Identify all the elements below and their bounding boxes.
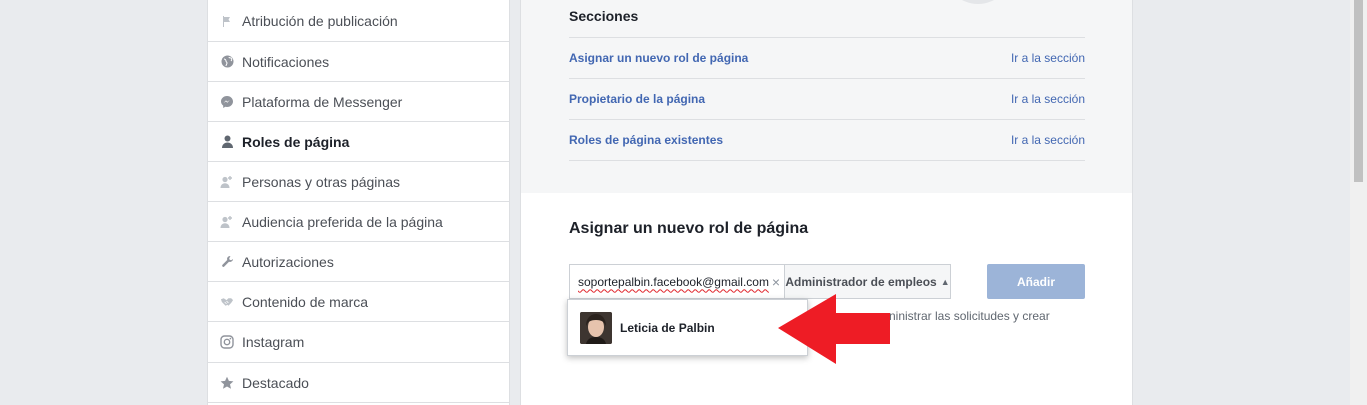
- sections-box: Secciones Asignar un nuevo rol de página…: [521, 0, 1132, 193]
- person-icon: [220, 135, 234, 149]
- input-value: soportepalbin.facebook@gmail.com: [578, 274, 769, 289]
- star-icon: [220, 376, 234, 390]
- typeahead-suggestion[interactable]: Leticia de Palbin: [567, 299, 808, 356]
- settings-sidebar: Atribución de publicación Notificaciones…: [207, 0, 510, 405]
- globe-icon: [220, 55, 234, 69]
- sidebar-item-page-roles[interactable]: Roles de página: [208, 122, 509, 162]
- decorative-circle: [944, 0, 1012, 4]
- sidebar-item-authorizations[interactable]: Autorizaciones: [208, 242, 509, 282]
- handshake-icon: [220, 295, 234, 309]
- assign-role-heading: Asignar un nuevo rol de página: [569, 220, 809, 237]
- person-add-icon: [220, 215, 234, 229]
- section-link-assign[interactable]: Asignar un nuevo rol de página: [569, 51, 748, 65]
- sidebar-item-label: Contenido de marca: [242, 293, 369, 310]
- wrench-icon: [220, 255, 234, 269]
- sections-title: Secciones: [569, 8, 639, 24]
- section-row-assign: Asignar un nuevo rol de página Ir a la s…: [569, 37, 1085, 78]
- sidebar-item-label: Notificaciones: [242, 53, 330, 70]
- section-link-owner[interactable]: Propietario de la página: [569, 92, 705, 106]
- sidebar-item-label: Destacado: [242, 374, 309, 391]
- go-to-section-link[interactable]: Ir a la sección: [1011, 51, 1085, 65]
- sort-arrows-icon: ▲︎: [940, 276, 950, 287]
- sidebar-item-post-attribution[interactable]: Atribución de publicación: [208, 0, 509, 42]
- sidebar-item-instagram[interactable]: Instagram: [208, 322, 509, 363]
- sidebar-item-label: Autorizaciones: [242, 253, 334, 270]
- sidebar-item-featured[interactable]: Destacado: [208, 363, 509, 403]
- suggestion-name: Leticia de Palbin: [620, 320, 715, 335]
- sidebar-item-label: Atribución de publicación: [242, 12, 398, 29]
- sidebar-item-messenger-platform[interactable]: Plataforma de Messenger: [208, 82, 509, 122]
- person-add-icon: [220, 175, 234, 189]
- section-row-existing-roles: Roles de página existentes Ir a la secci…: [569, 119, 1085, 160]
- red-arrow-annotation: [778, 294, 890, 364]
- role-description: ninistrar las solicitudes y crear: [889, 309, 1050, 323]
- sidebar-item-notifications[interactable]: Notificaciones: [208, 42, 509, 82]
- sidebar-item-label: Audiencia preferida de la página: [242, 213, 443, 230]
- email-or-name-input[interactable]: soportepalbin.facebook@gmail.com ×: [569, 264, 785, 299]
- sidebar-item-preferred-audience[interactable]: Audiencia preferida de la página: [208, 202, 509, 242]
- messenger-icon: [220, 95, 234, 109]
- go-to-section-link[interactable]: Ir a la sección: [1011, 133, 1085, 147]
- section-link-existing-roles[interactable]: Roles de página existentes: [569, 133, 723, 147]
- instagram-icon: [220, 335, 234, 349]
- role-select-value: Administrador de empleos: [785, 274, 937, 289]
- sidebar-item-label: Instagram: [242, 334, 305, 350]
- clear-icon[interactable]: ×: [772, 274, 780, 290]
- add-button[interactable]: Añadir: [987, 264, 1085, 299]
- avatar: [580, 311, 612, 344]
- sidebar-item-branded-content[interactable]: Contenido de marca: [208, 282, 509, 322]
- sidebar-item-people-and-pages[interactable]: Personas y otras páginas: [208, 162, 509, 202]
- flag-icon: [220, 14, 234, 28]
- divider: [569, 160, 1085, 161]
- sidebar-item-label: Plataforma de Messenger: [242, 93, 403, 110]
- scrollbar-thumb[interactable]: [1354, 0, 1363, 182]
- go-to-section-link[interactable]: Ir a la sección: [1011, 92, 1085, 106]
- sidebar-item-label: Roles de página: [242, 133, 350, 150]
- page-scrollbar[interactable]: [1350, 0, 1367, 405]
- sidebar-item-label: Personas y otras páginas: [242, 173, 400, 190]
- section-row-owner: Propietario de la página Ir a la sección: [569, 78, 1085, 119]
